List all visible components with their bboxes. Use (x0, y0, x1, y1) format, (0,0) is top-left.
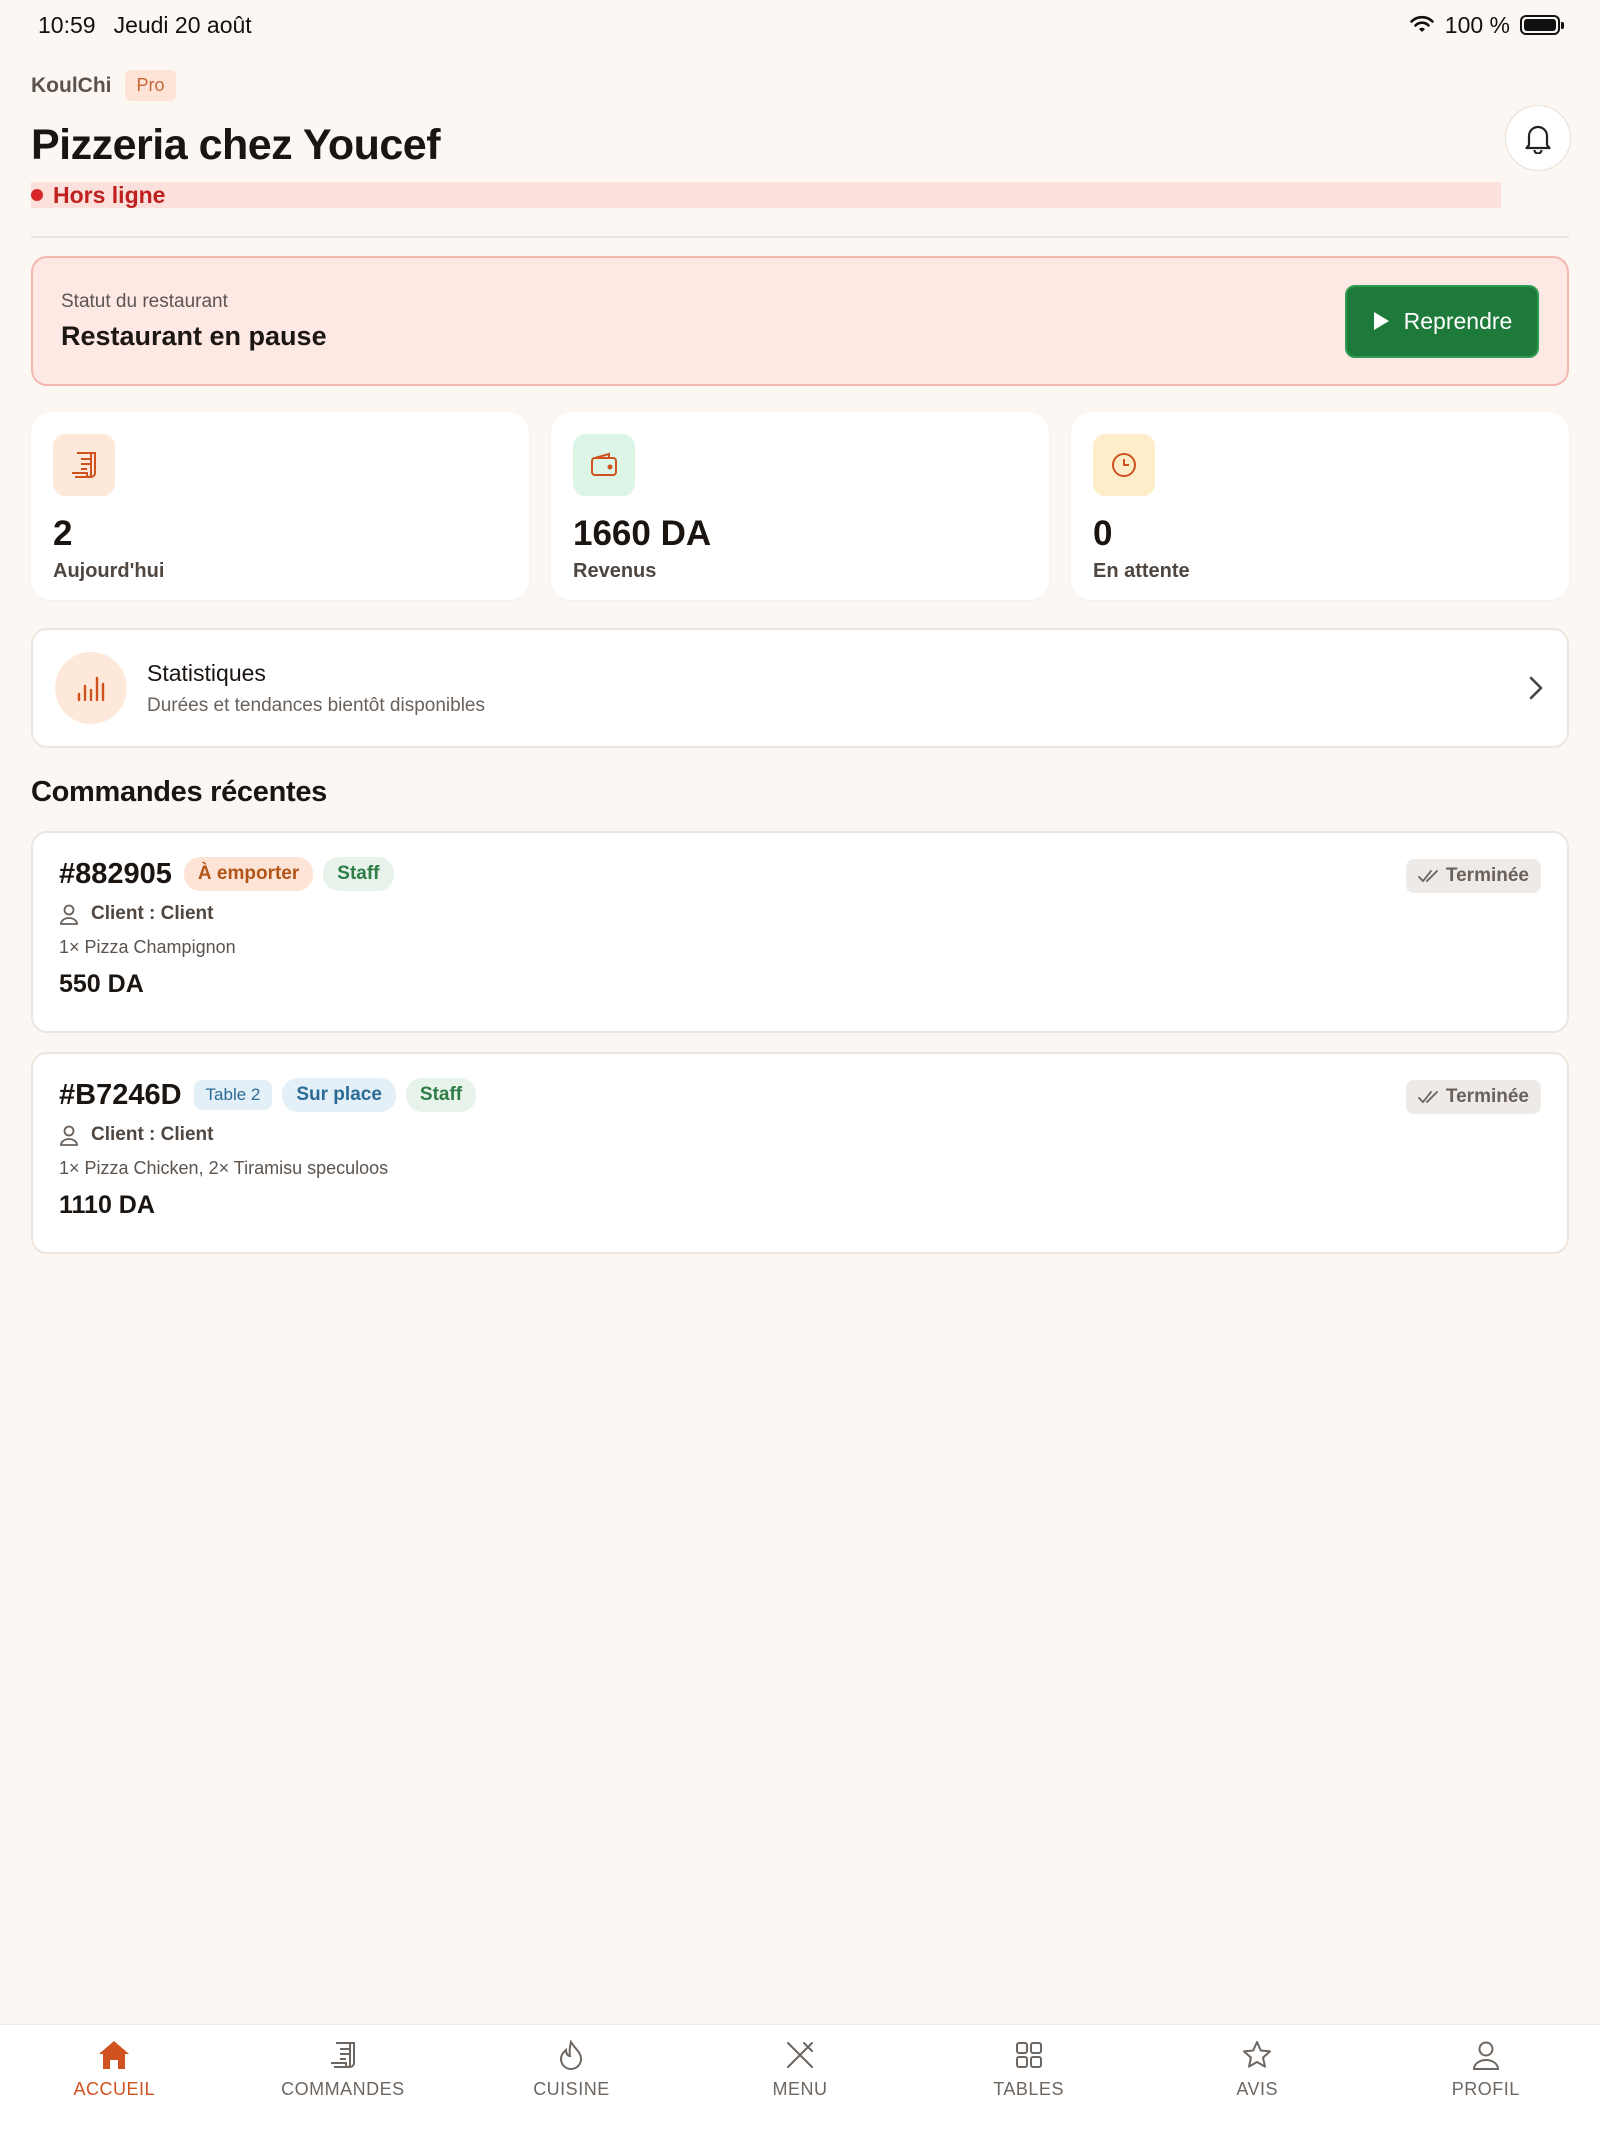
plan-badge: Pro (125, 70, 176, 101)
tab-label: PROFIL (1451, 2079, 1520, 2099)
statistics-subtitle: Durées et tendances bientôt disponibles (147, 694, 486, 716)
restaurant-status-card: Statut du restaurant Restaurant en pause… (31, 256, 1569, 386)
tab-avis[interactable]: AVIS (1143, 2025, 1372, 2134)
tab-commandes[interactable]: COMMANDES (229, 2025, 458, 2134)
table-badge: Table 2 (193, 1080, 273, 1110)
clock-icon (1093, 434, 1155, 496)
order-client: Client : Client (91, 1124, 214, 1145)
stat-value: 2 (53, 514, 73, 553)
order-items: 1× Pizza Champignon (59, 937, 236, 957)
tab-label: COMMANDES (281, 2079, 405, 2099)
status-time: 10:59 (38, 11, 96, 38)
connection-status-text: Hors ligne (53, 181, 166, 208)
order-total: 550 DA (59, 970, 144, 998)
order-total: 1110 DA (59, 1191, 155, 1219)
stats-row: 2 Aujourd'hui 1660 DA Revenus 0 En atten… (31, 412, 1569, 600)
statistics-title: Statistiques (147, 659, 266, 686)
bar-chart-icon (55, 652, 127, 724)
stat-card-pending[interactable]: 0 En attente (1071, 412, 1569, 600)
notifications-button[interactable] (1505, 105, 1571, 171)
wifi-icon (1409, 15, 1434, 32)
order-id: #B7246D (59, 1078, 182, 1111)
status-badge: Terminée (1405, 859, 1541, 893)
tab-profil[interactable]: PROFIL (1371, 2025, 1600, 2134)
status-bar: 10:59 Jeudi 20 août 100 % (0, 0, 1600, 50)
double-check-icon (1418, 1091, 1438, 1104)
user-icon (60, 904, 78, 925)
stat-card-today[interactable]: 2 Aujourd'hui (31, 412, 529, 600)
user-icon (1472, 2041, 1499, 2070)
page-title: Pizzeria chez Youcef (31, 121, 441, 169)
tab-bar: ACCUEIL COMMANDES CUISINE MENU TABLES AV… (0, 2024, 1600, 2134)
grid-icon (1015, 2042, 1042, 2068)
stat-label: Revenus (573, 560, 657, 582)
star-icon (1243, 2041, 1272, 2068)
status-dot-icon (31, 189, 43, 201)
tab-label: TABLES (993, 2079, 1064, 2099)
staff-badge: Staff (323, 857, 394, 891)
order-card[interactable]: #B7246D Table 2 Sur place Staff Terminée… (31, 1052, 1569, 1254)
receipt-icon (330, 2042, 355, 2068)
tab-label: ACCUEIL (73, 2079, 156, 2099)
user-icon (60, 1125, 78, 1146)
statistics-link[interactable]: Statistiques Durées et tendances bientôt… (31, 628, 1569, 748)
wallet-icon (573, 434, 635, 496)
status-badge-label: Terminée (1445, 865, 1529, 886)
tab-menu[interactable]: MENU (686, 2025, 915, 2134)
restaurant-status-value: Restaurant en pause (61, 320, 327, 351)
order-id: #882905 (59, 857, 172, 890)
play-icon (1373, 312, 1389, 330)
resume-button-label: Reprendre (1403, 307, 1513, 334)
resume-button[interactable]: Reprendre (1345, 284, 1539, 358)
tab-accueil[interactable]: ACCUEIL (0, 2025, 229, 2134)
status-date: Jeudi 20 août (113, 11, 252, 38)
order-items: 1× Pizza Chicken, 2× Tiramisu speculoos (59, 1158, 389, 1178)
tab-tables[interactable]: TABLES (914, 2025, 1143, 2134)
recent-orders-title: Commandes récentes (31, 776, 327, 808)
stat-card-revenue[interactable]: 1660 DA Revenus (551, 412, 1049, 600)
utensils-icon (787, 2042, 814, 2068)
tab-label: CUISINE (533, 2079, 610, 2099)
tab-label: AVIS (1236, 2079, 1279, 2099)
battery-percent: 100 % (1444, 11, 1510, 38)
stat-value: 1660 DA (573, 514, 712, 553)
connection-status: Hors ligne (31, 182, 1501, 208)
double-check-icon (1418, 870, 1438, 883)
brand-name: KoulChi (31, 73, 112, 97)
order-type-badge: À emporter (183, 857, 314, 891)
flame-icon (560, 2039, 583, 2070)
order-client: Client : Client (91, 903, 214, 924)
header-divider (31, 236, 1569, 238)
stat-value: 0 (1093, 514, 1113, 553)
order-card[interactable]: #882905 À emporter Staff Terminée Client… (31, 831, 1569, 1033)
status-badge-label: Terminée (1445, 1086, 1529, 1107)
tab-label: MENU (772, 2079, 828, 2099)
restaurant-status-label: Statut du restaurant (61, 290, 228, 312)
bell-icon (1525, 125, 1551, 154)
tab-cuisine[interactable]: CUISINE (457, 2025, 686, 2134)
status-badge: Terminée (1405, 1080, 1541, 1114)
home-icon (99, 2041, 130, 2069)
battery-icon (1520, 15, 1564, 35)
order-type-badge: Sur place (282, 1078, 396, 1112)
stat-label: En attente (1093, 560, 1190, 582)
receipt-icon (53, 434, 115, 496)
chevron-right-icon (1529, 676, 1543, 700)
stat-label: Aujourd'hui (53, 560, 165, 582)
staff-badge: Staff (405, 1078, 477, 1112)
header: KoulChi Pro Pizzeria chez Youcef Hors li… (31, 70, 1571, 208)
